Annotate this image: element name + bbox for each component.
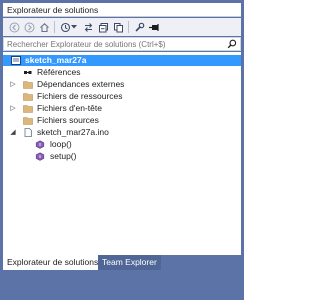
tree-item-project[interactable]: sketch_mar27a xyxy=(3,55,241,66)
expand-arrow-icon[interactable]: ▷ xyxy=(9,104,17,113)
collapse-icon[interactable] xyxy=(96,20,110,34)
history-dropdown-icon[interactable] xyxy=(70,20,78,34)
references-icon xyxy=(23,68,33,77)
window-title: Explorateur de solutions xyxy=(7,5,99,15)
pin-icon[interactable] xyxy=(147,20,161,34)
tab-strip: Explorateur de solutions Team Explorer xyxy=(3,255,241,275)
expand-arrow-icon[interactable]: ▷ xyxy=(9,80,17,89)
tree-item-label: loop() xyxy=(50,139,72,149)
solution-explorer-window: Explorateur de solutions Rechercher Expl… xyxy=(0,0,244,300)
method-icon xyxy=(35,140,45,149)
tree-item-label: sketch_mar27a.ino xyxy=(37,127,109,137)
tree-item-loop[interactable]: loop() xyxy=(3,139,241,150)
folder-icon xyxy=(23,116,33,125)
tree-item-label: Fichiers d'en-tête xyxy=(37,103,102,113)
tree-item-label: Dépendances externes xyxy=(37,79,125,89)
tree-item-external-dependencies[interactable]: ▷ Dépendances externes xyxy=(3,79,241,90)
tree-item-header-files[interactable]: ▷ Fichiers d'en-tête xyxy=(3,103,241,114)
tree-item-label: Références xyxy=(37,67,81,77)
search-input[interactable] xyxy=(7,38,217,50)
search-box[interactable] xyxy=(3,37,241,51)
tab-team-explorer[interactable]: Team Explorer xyxy=(98,255,161,270)
tab-solution-explorer[interactable]: Explorateur de solutions xyxy=(3,255,103,270)
back-icon[interactable] xyxy=(7,20,21,34)
folder-icon xyxy=(23,92,33,101)
toolbar-separator xyxy=(54,21,55,33)
search-icon[interactable] xyxy=(227,39,237,49)
tree-item-sketch-file[interactable]: ◢ sketch_mar27a.ino xyxy=(3,127,241,138)
title-bar: Explorateur de solutions xyxy=(3,3,241,17)
toolbar-separator xyxy=(128,21,129,33)
file-icon xyxy=(23,128,33,137)
tree-item-source-files[interactable]: Fichiers sources xyxy=(3,115,241,126)
forward-icon[interactable] xyxy=(22,20,36,34)
tree-item-references[interactable]: Références xyxy=(3,67,241,78)
tree-item-label: setup() xyxy=(50,151,77,161)
method-icon xyxy=(35,152,45,161)
copy-icon[interactable] xyxy=(111,20,125,34)
solution-tree: sketch_mar27a Références ▷ Dépendances e… xyxy=(3,52,241,255)
folder-icon xyxy=(23,104,33,113)
tree-item-label: sketch_mar27a xyxy=(25,55,87,65)
tree-item-setup[interactable]: setup() xyxy=(3,151,241,162)
project-icon xyxy=(11,56,21,65)
tree-item-label: Fichiers de ressources xyxy=(37,91,123,101)
home-icon[interactable] xyxy=(37,20,51,34)
toolbar xyxy=(3,18,241,36)
collapse-arrow-icon[interactable]: ◢ xyxy=(9,128,17,137)
properties-icon[interactable] xyxy=(132,20,146,34)
tree-item-resource-files[interactable]: Fichiers de ressources xyxy=(3,91,241,102)
tree-item-label: Fichiers sources xyxy=(37,115,99,125)
folder-icon xyxy=(23,80,33,89)
sync-icon[interactable] xyxy=(81,20,95,34)
